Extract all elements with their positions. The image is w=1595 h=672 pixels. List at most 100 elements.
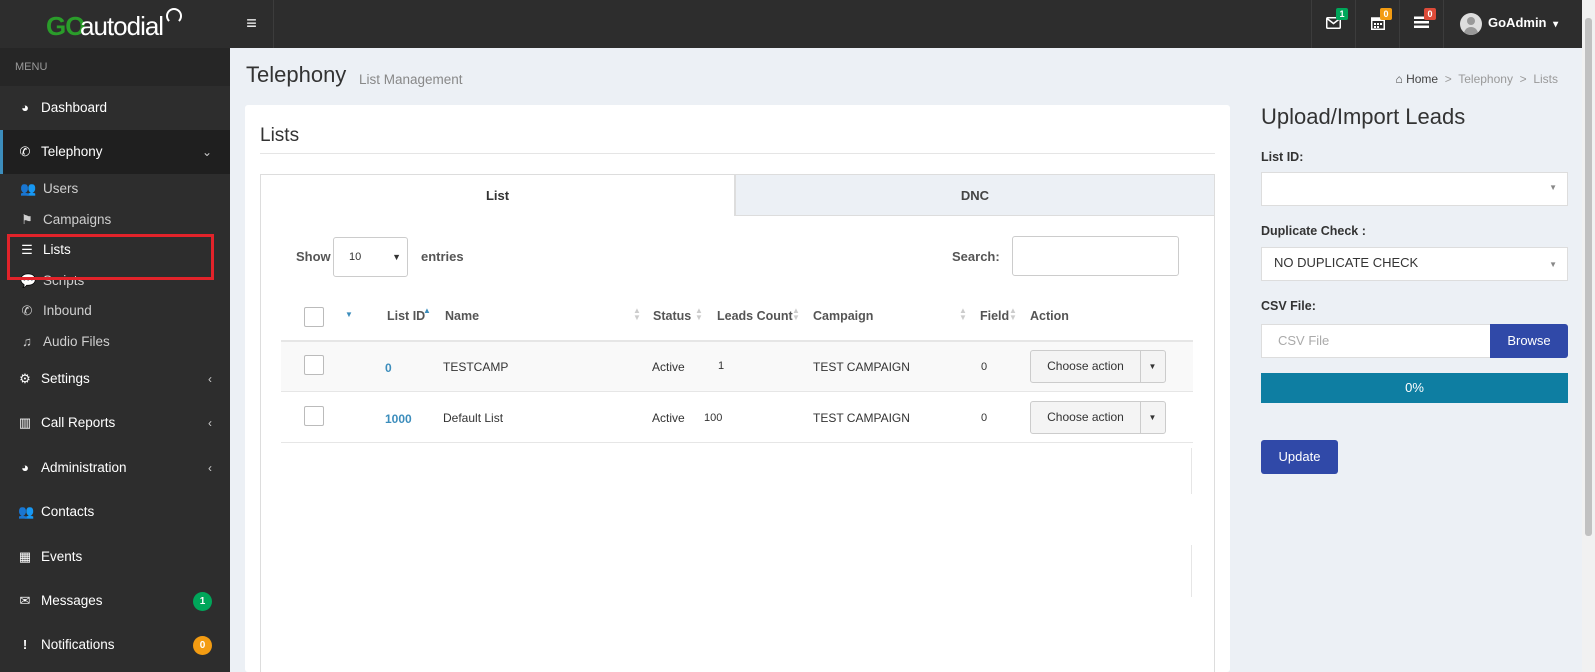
dashboard-icon: ◕ [21, 100, 29, 115]
sidebar-item-users[interactable]: 👥 Users [0, 174, 230, 204]
sidebar-toggle-button[interactable]: ≡ [230, 0, 274, 48]
campaign-name: TEST CAMPAIGN [813, 411, 910, 425]
chevron-left-icon: ‹ [208, 372, 212, 386]
duplicate-check-label: Duplicate Check : [1261, 224, 1366, 238]
sidebar-item-inbound[interactable]: ✆ Inbound [0, 296, 230, 326]
tab-list[interactable]: List [260, 174, 735, 216]
leads-count: 1 [718, 360, 725, 372]
row-checkbox[interactable] [304, 355, 324, 375]
page-scrollbar[interactable] [1582, 0, 1595, 672]
sidebar-item-administration[interactable]: ◕ Administration ‹ [0, 446, 230, 490]
list-id-link[interactable]: 1000 [385, 412, 412, 426]
column-header-name[interactable]: Name [445, 309, 479, 323]
chevron-left-icon: ‹ [208, 461, 212, 475]
list-name: Default List [443, 411, 504, 425]
caret-down-icon: ▾ [1553, 19, 1559, 30]
headset-icon [166, 8, 182, 24]
field-count: 0 [981, 361, 988, 373]
column-header-action: Action [1030, 309, 1069, 323]
update-button[interactable]: Update [1261, 440, 1338, 474]
breadcrumb: ⌂ Home > Telephony > Lists [1395, 72, 1558, 86]
caret-down-icon[interactable]: ▼ [1140, 351, 1165, 382]
caret-down-icon[interactable]: ▼ [1140, 402, 1165, 433]
flag-icon: ⚑ [21, 212, 33, 227]
sidebar-item-label: Events [41, 549, 83, 564]
choose-action-button[interactable]: Choose action ▼ [1030, 401, 1166, 434]
divider [260, 153, 1215, 154]
sidebar: MENU ◕ Dashboard ✆ Telephony ⌄ 👥 Users ⚑ Cam… [0, 48, 230, 672]
duplicate-check-select[interactable]: NO DUPLICATE CHECK ▼ [1261, 247, 1568, 281]
sort-icon: ▲ ▼ [959, 306, 967, 322]
column-header-field[interactable]: Field [980, 309, 1009, 323]
hamburger-icon: ≡ [246, 13, 257, 33]
breadcrumb-home[interactable]: ⌂ Home [1395, 72, 1438, 86]
sidebar-item-label: Inbound [43, 303, 92, 318]
choose-action-label: Choose action [1031, 402, 1141, 433]
breadcrumb-home-label: Home [1406, 72, 1439, 86]
sidebar-item-label: Telephony [41, 144, 103, 159]
column-header-campaign[interactable]: Campaign [813, 309, 873, 323]
choose-action-label: Choose action [1031, 351, 1141, 382]
upload-progress-bar: 0% [1261, 373, 1568, 403]
tasks-button[interactable]: 0 [1399, 0, 1443, 48]
table-edge-line [1191, 545, 1192, 597]
list-id-select[interactable]: ▼ [1261, 172, 1568, 206]
bulk-action-caret-icon[interactable]: ▼ [345, 310, 353, 319]
page-length-value: 10 [349, 251, 362, 263]
envelope-icon: ✉ [19, 593, 31, 608]
sidebar-item-campaigns[interactable]: ⚑ Campaigns [0, 205, 230, 235]
sort-icon: ▲ ▼ [1009, 306, 1017, 322]
sidebar-item-messages[interactable]: ✉ Messages 1 [0, 579, 230, 623]
search-label: Search: [952, 249, 1000, 264]
caret-down-icon: ▼ [392, 252, 401, 262]
sidebar-item-label: Dashboard [41, 100, 108, 115]
browse-button[interactable]: Browse [1490, 324, 1568, 358]
brand-logo[interactable]: GO autodial [0, 0, 230, 48]
sidebar-item-dashboard[interactable]: ◕ Dashboard [0, 86, 230, 130]
sidebar-item-events[interactable]: ▦ Events [0, 535, 230, 579]
list-status: Active [652, 360, 685, 374]
campaign-name: TEST CAMPAIGN [813, 360, 910, 374]
breadcrumb-telephony[interactable]: Telephony [1458, 72, 1513, 86]
csv-file-label: CSV File: [1261, 299, 1316, 313]
csv-file-input[interactable]: CSV File [1261, 324, 1491, 358]
sidebar-item-contacts[interactable]: 👥 Contacts [0, 490, 230, 534]
show-label: Show [296, 249, 331, 264]
tab-panel [260, 215, 1215, 672]
sidebar-item-settings[interactable]: ⚙ Settings ‹ [0, 357, 230, 401]
tabs: List DNC [260, 174, 1215, 216]
messages-badge: 1 [193, 592, 212, 611]
sidebar-item-label: Users [43, 181, 79, 196]
sort-icon: ▲ ▼ [695, 306, 703, 322]
select-all-checkbox[interactable] [304, 307, 324, 327]
calendar-button[interactable]: 0 [1355, 0, 1399, 48]
tab-dnc[interactable]: DNC [735, 174, 1215, 216]
column-header-leads-count[interactable]: Leads Count [717, 309, 793, 323]
search-input[interactable] [1012, 236, 1179, 276]
list-name: TESTCAMP [443, 360, 509, 374]
sidebar-item-notifications[interactable]: ! Notifications 0 [0, 623, 230, 667]
page-length-select[interactable]: 10 ▼ [333, 237, 408, 277]
logo-go-text: GO [46, 11, 85, 41]
sidebar-item-telephony[interactable]: ✆ Telephony ⌄ [0, 130, 230, 174]
phone-icon: ✆ [19, 144, 31, 159]
avatar [1460, 12, 1482, 35]
column-header-status[interactable]: Status [653, 309, 691, 323]
sidebar-item-call-reports[interactable]: ▥ Call Reports ‹ [0, 401, 230, 445]
choose-action-button[interactable]: Choose action ▼ [1030, 350, 1166, 383]
breadcrumb-separator: > [1519, 72, 1527, 86]
users-icon: 👥 [20, 181, 37, 196]
page-title: Telephony [246, 62, 347, 87]
column-header-list-id[interactable]: List ID [387, 309, 425, 323]
breadcrumb-lists: Lists [1533, 72, 1558, 86]
user-menu[interactable]: GoAdmin ▾ [1443, 0, 1563, 48]
sidebar-item-label: Administration [41, 460, 127, 475]
row-checkbox[interactable] [304, 406, 324, 426]
list-id-link[interactable]: 0 [385, 361, 392, 375]
sidebar-item-audio-files[interactable]: ♫ Audio Files [0, 327, 230, 357]
duplicate-check-value: NO DUPLICATE CHECK [1274, 255, 1419, 270]
scrollbar-thumb[interactable] [1585, 18, 1592, 536]
box-title: Lists [260, 125, 300, 146]
caret-down-icon: ▼ [1549, 183, 1557, 192]
messages-button[interactable]: 1 [1311, 0, 1355, 48]
